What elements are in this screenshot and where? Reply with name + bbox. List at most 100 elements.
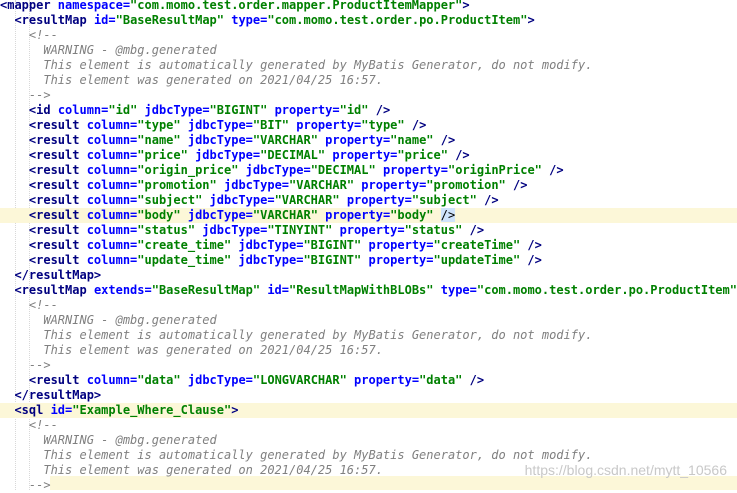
code-line[interactable]: WARNING - @mbg.generated [0,433,737,448]
code-token: "TINYINT" [267,223,332,237]
code-token: "BaseResultMap" [152,283,260,297]
code-token [0,148,29,162]
code-line[interactable]: --> [0,88,737,103]
code-token: "BaseResultMap" [116,13,224,27]
code-line[interactable]: </resultMap> [0,388,737,403]
code-token [0,373,29,387]
code-line[interactable]: WARNING - @mbg.generated [0,313,737,328]
code-token: property= [340,193,412,207]
code-line[interactable]: This element is automatically generated … [0,58,737,73]
code-token: column= [87,133,138,147]
code-token [0,118,29,132]
code-line[interactable]: <result column="promotion" jdbcType="VAR… [0,178,737,193]
code-token: <sql [14,403,50,417]
code-line[interactable]: <!-- [0,418,737,433]
code-token: id= [94,13,116,27]
code-line[interactable]: --> [0,358,737,373]
code-line[interactable]: This element was generated on 2021/04/25… [0,73,737,88]
code-token [0,133,29,147]
code-token [0,463,43,477]
code-token: column= [87,118,138,132]
code-token: property= [289,118,361,132]
code-token [0,223,29,237]
code-token [0,208,29,222]
code-token: column= [87,163,138,177]
code-token: /> [462,373,484,387]
code-token: "VARCHAR" [253,133,318,147]
code-token: "BIGINT" [303,238,361,252]
code-token [0,343,43,357]
code-line[interactable]: <id column="id" jdbcType="BIGINT" proper… [0,103,737,118]
code-token: id= [260,283,289,297]
code-token [0,103,29,117]
code-token: "promotion" [426,178,505,192]
code-line[interactable]: <result column="data" jdbcType="LONGVARC… [0,373,737,388]
code-line[interactable]: <resultMap extends="BaseResultMap" id="R… [0,283,737,298]
code-token: <result [29,118,87,132]
code-token: property= [361,253,433,267]
code-line[interactable]: <result column="create_time" jdbcType="B… [0,238,737,253]
code-line[interactable]: <resultMap id="BaseResultMap" type="com.… [0,13,737,28]
code-token: This element is automatically generated … [43,58,592,72]
code-token: "subject" [137,193,202,207]
watermark-text: https://blog.csdn.net/mytt_10566 [525,462,727,478]
code-line[interactable]: <result column="subject" jdbcType="VARCH… [0,193,737,208]
code-token: <result [29,208,87,222]
code-token: /> [441,208,455,222]
code-token: property= [361,238,433,252]
code-token [0,448,43,462]
code-line[interactable]: <sql id="Example_Where_Clause"> [0,403,737,418]
code-line[interactable]: This element was generated on 2021/04/25… [0,343,737,358]
code-line[interactable]: This element is automatically generated … [0,448,737,463]
code-token: <!-- [29,28,58,42]
code-token: "BIGINT" [303,253,361,267]
code-line[interactable]: </resultMap> [0,268,737,283]
code-token: /> [434,133,456,147]
code-token: This element is automatically generated … [43,448,592,462]
code-line[interactable]: <result column="status" jdbcType="TINYIN… [0,223,737,238]
code-token: "VARCHAR" [253,208,318,222]
code-token: property= [318,208,390,222]
code-token: "createTime" [434,238,521,252]
xml-code-editor[interactable]: <mapper namespace="com.momo.test.order.m… [0,0,737,490]
code-token: /> [448,148,470,162]
code-token [0,28,29,42]
code-token: --> [29,88,51,102]
code-token: --> [29,358,51,372]
code-token: "VARCHAR" [275,193,340,207]
code-token: "type" [361,118,404,132]
code-line[interactable]: <!-- [0,28,737,43]
code-line[interactable]: --> [0,478,737,493]
code-token: column= [87,253,138,267]
code-token: "VARCHAR" [289,178,354,192]
code-token: "id" [108,103,137,117]
code-token: jdbcType= [231,238,303,252]
code-line[interactable]: <result column="body" jdbcType="VARCHAR"… [0,208,737,223]
code-line[interactable]: <result column="name" jdbcType="VARCHAR"… [0,133,737,148]
code-token: column= [58,103,109,117]
code-token: column= [87,238,138,252]
code-line[interactable]: <result column="price" jdbcType="DECIMAL… [0,148,737,163]
code-line[interactable]: <result column="origin_price" jdbcType="… [0,163,737,178]
code-line[interactable]: This element is automatically generated … [0,328,737,343]
code-token [0,433,43,447]
code-line[interactable]: <!-- [0,298,737,313]
code-token: <!-- [29,418,58,432]
code-token: <id [29,103,58,117]
code-token: "name" [137,133,180,147]
code-token: column= [87,208,138,222]
code-token: "price" [137,148,188,162]
code-token: property= [318,133,390,147]
code-token: WARNING - @mbg.generated [43,313,216,327]
code-token: jdbcType= [181,133,253,147]
code-line[interactable]: <result column="type" jdbcType="BIT" pro… [0,118,737,133]
code-token [0,298,29,312]
code-line[interactable]: <result column="update_time" jdbcType="B… [0,253,737,268]
code-line[interactable]: <mapper namespace="com.momo.test.order.m… [0,0,737,13]
code-line[interactable]: WARNING - @mbg.generated [0,43,737,58]
code-token: "update_time" [137,253,231,267]
code-token: jdbcType= [195,223,267,237]
code-token: > [231,403,238,417]
code-token: "status" [137,223,195,237]
code-token: /> [520,238,542,252]
